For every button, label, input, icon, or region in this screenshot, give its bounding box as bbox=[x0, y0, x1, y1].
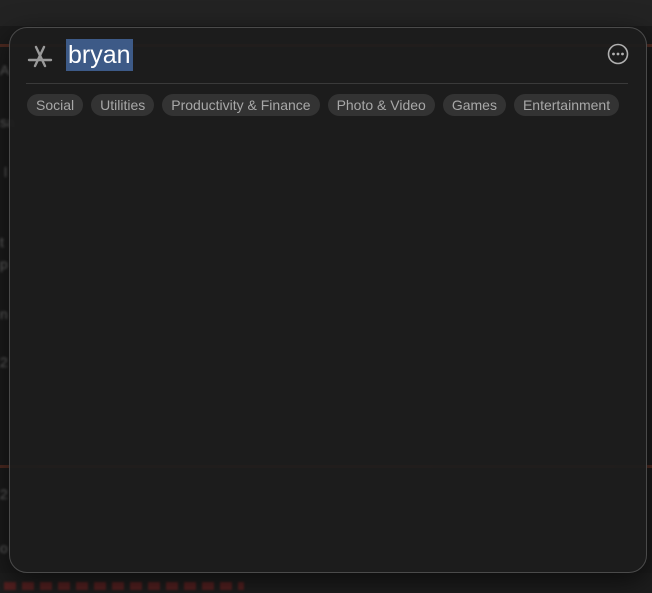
background-titlebar bbox=[0, 0, 652, 26]
background-text: o bbox=[0, 540, 8, 556]
category-chip-utilities[interactable]: Utilities bbox=[91, 94, 155, 116]
category-chip-games[interactable]: Games bbox=[442, 94, 506, 116]
more-options-icon[interactable] bbox=[607, 43, 629, 65]
background-text: 2 bbox=[0, 486, 8, 502]
background-text: A bbox=[0, 62, 10, 78]
background-footer-text bbox=[4, 582, 244, 590]
search-query-text[interactable]: bryan bbox=[66, 39, 133, 71]
category-chip-entertainment[interactable]: Entertainment bbox=[513, 94, 620, 116]
search-divider bbox=[26, 83, 628, 84]
background-text: 2 bbox=[0, 354, 8, 370]
search-input[interactable]: bryan bbox=[66, 38, 133, 72]
background-text: t bbox=[0, 234, 4, 250]
category-chip-productivity-finance[interactable]: Productivity & Finance bbox=[162, 94, 320, 116]
launcher-panel: bryan Social Utilities Productivity & Fi… bbox=[9, 27, 647, 573]
category-chip-social[interactable]: Social bbox=[27, 94, 84, 116]
category-chips: Social Utilities Productivity & Finance … bbox=[27, 94, 620, 116]
background-text: n bbox=[0, 306, 8, 322]
background-text: p bbox=[0, 256, 8, 272]
search-row: bryan bbox=[10, 28, 646, 84]
category-chip-photo-video[interactable]: Photo & Video bbox=[327, 94, 435, 116]
background-text: l bbox=[4, 164, 8, 180]
app-store-icon bbox=[27, 45, 53, 68]
